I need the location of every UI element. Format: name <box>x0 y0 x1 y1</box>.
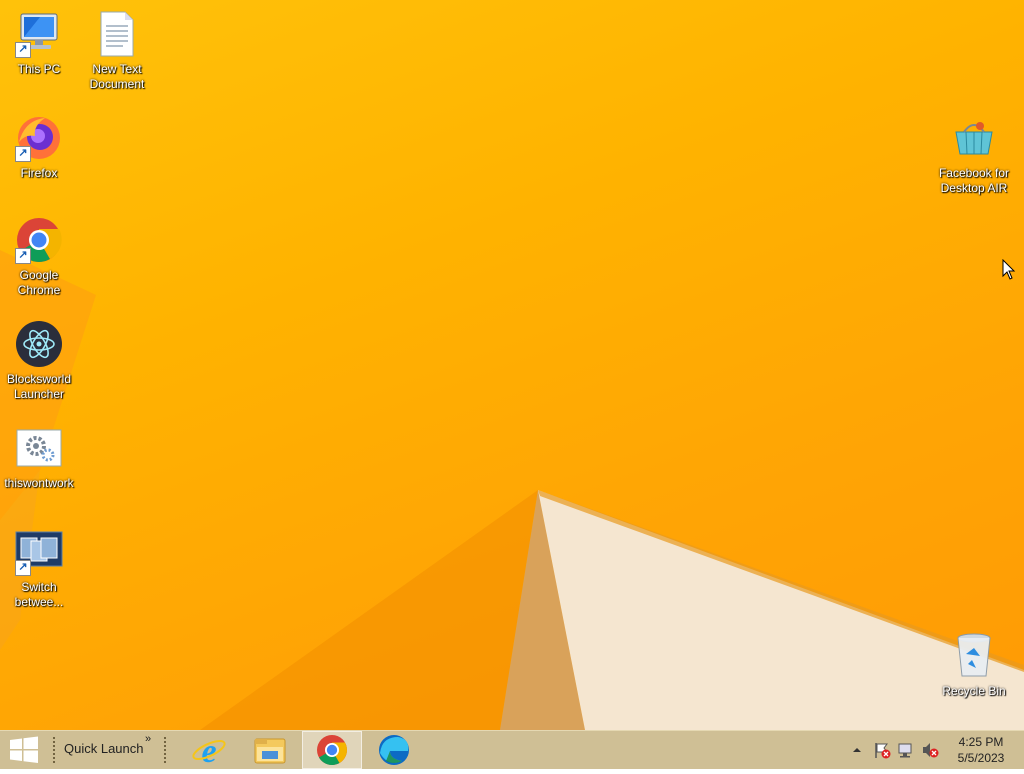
chrome-icon <box>317 735 348 766</box>
desktop-icon-label: Firefox <box>20 166 58 180</box>
desktop-icon-label: Switch betwee... <box>14 580 64 609</box>
text-document-icon <box>93 10 141 58</box>
clock-time: 4:25 PM <box>958 735 1004 749</box>
network-icon[interactable] <box>897 741 915 759</box>
chrome-icon: ↗ <box>15 216 63 264</box>
recycle-bin-icon <box>950 632 998 680</box>
desktop-icon-label: Recycle Bin <box>942 684 1006 698</box>
desktop-icon-recycle-bin[interactable]: Recycle Bin <box>936 632 1012 699</box>
taskbar: Quick Launch » e 4:25 PM 5/5/2023 <box>0 730 1024 770</box>
volume-muted-icon[interactable] <box>921 741 939 759</box>
desktop-icon-blocksworld-launcher[interactable]: Blocksworld Launcher <box>1 320 77 402</box>
taskbar-clock[interactable]: 4:25 PM 5/5/2023 <box>948 734 1014 766</box>
switch-windows-icon: ↗ <box>15 528 63 576</box>
show-hidden-icons-icon[interactable] <box>850 743 864 757</box>
clock-date: 5/5/2023 <box>957 751 1005 765</box>
mouse-cursor-icon <box>1002 259 1016 280</box>
desktop-icon-label: New Text Document <box>89 62 145 91</box>
desktop-icon-label: This PC <box>17 62 61 76</box>
edge-icon <box>379 735 409 765</box>
action-center-flag-icon[interactable] <box>873 741 891 759</box>
blocksworld-icon <box>15 320 63 368</box>
desktop-icon-facebook-for-desktop-air[interactable]: Facebook for Desktop AIR <box>936 114 1012 196</box>
taskbar-app-microsoft-edge[interactable] <box>364 731 424 769</box>
toolbar-grip[interactable] <box>52 736 56 764</box>
windows-logo-icon <box>10 736 38 763</box>
desktop-icon-google-chrome[interactable]: ↗ Google Chrome <box>1 216 77 298</box>
quick-launch-label[interactable]: Quick Launch <box>64 741 144 759</box>
ie-icon: e <box>192 733 226 770</box>
desktop-icon-switch-between-windows[interactable]: ↗ Switch betwee... <box>1 528 77 610</box>
this-pc-icon: ↗ <box>15 10 63 58</box>
svg-text:e: e <box>201 733 216 769</box>
settings-file-icon <box>15 424 63 472</box>
desktop-icon-label: Blocksworld Launcher <box>6 372 72 401</box>
toolbar-grip[interactable] <box>163 736 167 764</box>
desktop-icon-label: Google Chrome <box>17 268 61 297</box>
wallpaper <box>0 250 1024 730</box>
start-button[interactable] <box>0 731 48 769</box>
desktop-icon-firefox[interactable]: ↗ Firefox <box>1 114 77 181</box>
firefox-icon: ↗ <box>15 114 63 162</box>
desktop-icon-this-pc[interactable]: ↗ This PC <box>1 10 77 77</box>
desktop-icon-label: thiswontwork <box>4 476 74 490</box>
taskbar-app-file-explorer[interactable] <box>240 731 300 769</box>
file-explorer-icon <box>254 738 286 764</box>
quick-launch-chevron-button[interactable]: » <box>145 733 151 747</box>
desktop[interactable]: ↗ This PC New Text Document ↗ Firefox ↗ … <box>0 0 1024 730</box>
facebook-air-icon <box>950 114 998 162</box>
desktop-icon-thiswontwork[interactable]: thiswontwork <box>1 424 77 491</box>
taskbar-app-google-chrome[interactable] <box>302 731 362 769</box>
desktop-icon-new-text-document[interactable]: New Text Document <box>79 10 155 92</box>
taskbar-app-internet-explorer[interactable]: e <box>179 731 239 770</box>
desktop-icon-label: Facebook for Desktop AIR <box>938 166 1010 195</box>
